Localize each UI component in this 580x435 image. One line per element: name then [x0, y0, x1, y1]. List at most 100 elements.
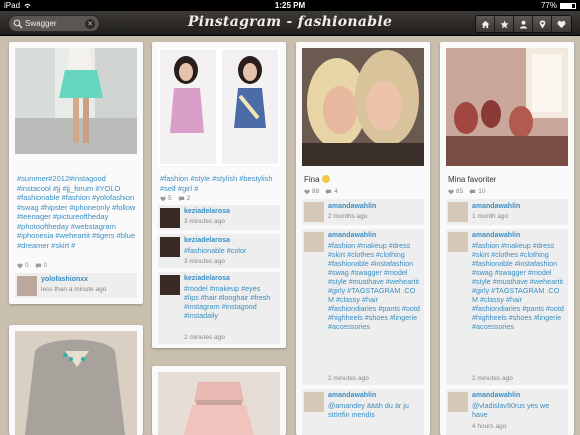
comment-username[interactable]: amandawahlin	[328, 203, 376, 210]
comment-text: @vladislav90rus yes we have	[472, 401, 550, 419]
comment-username[interactable]: amandawahlin	[328, 232, 376, 239]
comment-username[interactable]: yolofashionxx	[41, 276, 88, 283]
comment-item: amandawahlin @amandey äääh du är ju stör…	[302, 389, 424, 435]
comment-time: 2 months ago	[328, 213, 368, 220]
nav-button-group	[475, 15, 572, 33]
battery-level	[561, 3, 572, 8]
comment-username[interactable]: amandawahlin	[328, 392, 376, 399]
comment-item: amandawahlin #fashion #makeup #dress #sk…	[446, 229, 568, 385]
pin-owner-row: yolofashionxx less than a minute ago	[15, 273, 137, 298]
avatar[interactable]	[160, 275, 180, 295]
pin-photo[interactable]	[158, 372, 280, 435]
pin-photo[interactable]	[15, 48, 137, 154]
comment-item: amandawahlin @vladislav90rus yes we have…	[446, 389, 568, 435]
avatar[interactable]	[160, 237, 180, 257]
top-navbar: Swagger ✕ Pinstagram - fashionable	[0, 11, 580, 36]
star-icon	[499, 19, 509, 28]
heart-icon	[557, 20, 566, 28]
comment-text: #model #makeup #eyes #lips #hair #longha…	[184, 284, 271, 320]
comment-username[interactable]: amandawahlin	[472, 203, 520, 210]
comment-text: #fashionable #color	[184, 246, 247, 255]
comment-text: #fashion #makeup #dress #skirt #clothes …	[472, 241, 564, 331]
pin-stats: 88 4	[304, 188, 338, 195]
like-count: 0	[25, 262, 29, 269]
comment-time: 1 month ago	[472, 213, 509, 220]
likes-button[interactable]	[552, 16, 571, 32]
heart-icon	[17, 263, 23, 268]
avatar[interactable]	[448, 202, 468, 222]
pin-photo[interactable]	[158, 48, 280, 166]
pin-card[interactable]: #fashion #style #stylish #bestylish #sel…	[152, 42, 286, 348]
home-button[interactable]	[476, 16, 495, 32]
pin-card[interactable]	[9, 325, 143, 435]
comment-item: keziadelarosa #model #makeup #eyes #lips…	[158, 272, 280, 344]
comment-time: 2 minutes ago	[472, 375, 513, 382]
comment-username[interactable]: keziadelarosa	[184, 237, 230, 244]
comment-username[interactable]: keziadelarosa	[184, 208, 230, 215]
like-count: 5	[168, 195, 172, 202]
home-icon	[480, 20, 490, 28]
comment-icon	[35, 263, 41, 268]
pin-photo[interactable]	[15, 331, 137, 435]
clock: 1:25 PM	[274, 1, 306, 10]
pin-stats: 5 2	[160, 195, 190, 202]
caption-text: Fina	[304, 175, 320, 184]
comment-count: 2	[186, 195, 191, 202]
location-button[interactable]	[533, 16, 552, 32]
avatar[interactable]	[448, 392, 468, 412]
pin-caption: Fina	[304, 175, 330, 184]
pin-caption: Mina favoriter	[448, 175, 497, 184]
avatar[interactable]	[17, 276, 37, 296]
heart-icon	[304, 189, 310, 194]
favorites-button[interactable]	[495, 16, 514, 32]
comment-icon	[326, 189, 332, 194]
battery-percent: 77%	[540, 1, 557, 10]
pin-card[interactable]	[152, 366, 286, 435]
pin-stats: 0 0	[17, 262, 47, 269]
profile-button[interactable]	[514, 16, 533, 32]
comment-icon	[178, 196, 184, 201]
comment-item: amandawahlin 1 month ago	[446, 199, 568, 225]
pin-stats: 85 10	[448, 188, 485, 195]
comment-text: @amandey äääh du är ju störtfin mendis	[328, 401, 409, 419]
pin-photo[interactable]	[302, 48, 424, 166]
battery-icon	[560, 2, 576, 9]
pin-caption: #summer#2012#instagood #instacool #jj #j…	[17, 174, 136, 250]
avatar[interactable]	[304, 232, 324, 252]
location-icon	[539, 19, 545, 29]
comment-count: 4	[334, 188, 338, 195]
avatar[interactable]	[304, 202, 324, 222]
like-count: 85	[456, 188, 464, 195]
pin-photo[interactable]	[446, 48, 568, 166]
comment-item: keziadelarosa #fashionable #color 3 minu…	[158, 234, 280, 268]
heart-icon	[448, 189, 454, 194]
avatar[interactable]	[448, 232, 468, 252]
comment-time: 2 minutes ago	[184, 334, 225, 341]
pin-card[interactable]: Mina favoriter 85 10 amandawahlin 1 mont…	[440, 42, 574, 435]
pin-caption: #fashion #style #stylish #bestylish #sel…	[160, 174, 273, 193]
pin-card[interactable]: #summer#2012#instagood #instacool #jj #j…	[9, 42, 143, 304]
comment-text: #fashion #makeup #dress #skirt #clothes …	[328, 241, 420, 331]
comment-username[interactable]: amandawahlin	[472, 232, 520, 239]
comment-time: 2 minutes ago	[328, 375, 369, 382]
comment-time: 3 minutes ago	[184, 218, 225, 225]
avatar[interactable]	[304, 392, 324, 412]
comment-icon	[470, 189, 476, 194]
comment-count: 10	[478, 188, 486, 195]
comment-count: 0	[43, 262, 48, 269]
comment-item: amandawahlin #fashion #makeup #dress #sk…	[302, 229, 424, 385]
wifi-icon	[24, 3, 31, 9]
comment-time: 3 minutes ago	[184, 258, 225, 265]
device-label: iPad	[4, 1, 21, 10]
comment-time: less than a minute ago	[41, 286, 107, 293]
avatar[interactable]	[160, 208, 180, 228]
comment-item: keziadelarosa 3 minutes ago	[158, 205, 280, 230]
emoji-icon	[321, 175, 330, 183]
like-count: 88	[312, 188, 320, 195]
comment-username[interactable]: amandawahlin	[472, 392, 520, 399]
heart-icon	[160, 196, 166, 201]
pin-card[interactable]: Fina 88 4 amandawahlin 2 months ago aman…	[296, 42, 430, 435]
user-icon	[519, 20, 527, 29]
comment-username[interactable]: keziadelarosa	[184, 275, 230, 282]
comment-item: amandawahlin 2 months ago	[302, 199, 424, 225]
